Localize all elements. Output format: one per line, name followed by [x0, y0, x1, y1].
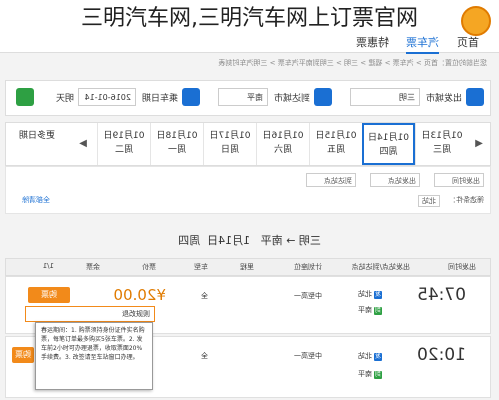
tooltip-header: 退改规则: [25, 306, 155, 322]
bus-icon: [466, 88, 484, 106]
refund-rules-tooltip: 春运期间：1. 购票须持身份证件实名购票，每笔订单最多购买5张车票。2. 发车前…: [35, 322, 153, 390]
clear-filters-link[interactable]: 全部清除: [22, 195, 50, 205]
vehicle-value: 全: [201, 352, 208, 360]
table-header: 出发时间 出发站点/到达站点 计划座位 里程 车型 票价 余票 1/1: [5, 258, 491, 276]
th-remaining: 余票: [86, 263, 100, 271]
filter-panel: 出发时间 出发站点 到达站点 筛选条件： 北站 全部清除: [5, 166, 491, 214]
date-tab[interactable]: 01月15日 周五: [309, 123, 362, 165]
th-plan: 计划座位: [294, 263, 322, 271]
date-tab[interactable]: 01月13日 周三: [415, 123, 468, 165]
breadcrumb: 您当前的位置：首页 > 汽车票 > 福建 > 三明 > 三明到南平汽车票 > 三…: [218, 59, 487, 67]
buy-button[interactable]: 购票: [12, 347, 34, 363]
buy-button[interactable]: 购票: [28, 287, 70, 303]
date-tab[interactable]: 01月19日 周二: [97, 123, 150, 165]
date-input[interactable]: 2016-01-14: [78, 88, 136, 106]
date-label: 乘车日期: [141, 94, 178, 104]
to-input[interactable]: 南平: [218, 88, 268, 106]
depart-time: 07:45: [417, 285, 466, 305]
to-station: 到南平: [358, 370, 382, 379]
page: 三明汽车网,三明汽车网上订票官网 首页 汽车票 特惠票 您当前的位置：首页 > …: [0, 0, 499, 400]
filter-tag[interactable]: 北站: [418, 195, 440, 207]
route-title: 三明 → 南平 1月14日 周四: [178, 234, 321, 247]
prev-date-arrow[interactable]: ◀: [468, 123, 490, 165]
depart-time: 10:20: [417, 345, 466, 365]
search-bar: 出发城市 三明 到达城市 南平 乘车日期 2016-01-14 明天: [5, 80, 491, 116]
destination-icon: [314, 88, 332, 106]
to-station: 到南平: [358, 306, 382, 315]
date-tab[interactable]: 01月16日 周六: [256, 123, 309, 165]
calendar-icon: [182, 88, 200, 106]
th-price: 票价: [142, 263, 156, 271]
th-depart-time[interactable]: 出发时间: [448, 262, 476, 272]
vehicle-value: 全: [201, 292, 208, 300]
plan-value: 中型高一: [294, 292, 322, 300]
more-dates-button[interactable]: 更多日期: [6, 123, 68, 165]
from-label: 出发城市: [425, 94, 462, 104]
page-caption: 三明汽车网,三明汽车网上订票官网: [81, 6, 418, 31]
from-station: 发北站: [358, 352, 382, 361]
filter-label: 筛选条件：: [449, 196, 484, 204]
date-tab[interactable]: 01月17日 周日: [203, 123, 256, 165]
search-icon[interactable]: [16, 88, 34, 106]
next-date-arrow[interactable]: ▶: [72, 123, 94, 165]
date-suffix: 明天: [55, 94, 74, 104]
date-tab-selected[interactable]: 01月14日 周四: [362, 123, 415, 165]
site-logo: [461, 6, 491, 36]
from-input[interactable]: 三明: [350, 88, 420, 106]
plan-value: 中型高一: [294, 352, 322, 360]
time-select[interactable]: 出发时间: [434, 173, 484, 187]
to-label: 到达城市: [273, 94, 310, 104]
th-stations: 出发站点/到达站点: [351, 263, 410, 271]
th-pager[interactable]: 1/1: [43, 262, 54, 270]
price-value: ¥20.00: [113, 286, 167, 304]
from-station: 发北站: [358, 290, 382, 299]
th-mileage: 里程: [240, 263, 254, 271]
mirrored-screenshot: 首页 汽车票 特惠票 您当前的位置：首页 > 汽车票 > 福建 > 三明 > 三…: [0, 0, 499, 400]
date-selector: ◀ 01月13日 周三 01月14日 周四 01月15日 周五 01月16日 周六 01…: [5, 122, 491, 166]
date-tab[interactable]: 01月18日 周一: [150, 123, 203, 165]
th-vehicle: 车型: [194, 263, 208, 271]
station-select[interactable]: 出发站点: [370, 173, 420, 187]
arrive-select[interactable]: 到达站点: [306, 173, 356, 187]
